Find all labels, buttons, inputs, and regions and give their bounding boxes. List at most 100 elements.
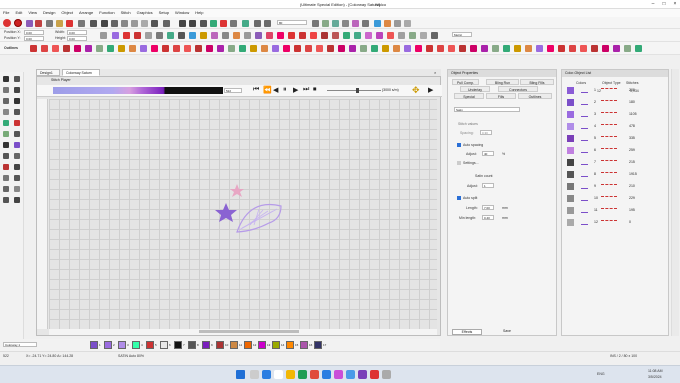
artwork-icon[interactable] bbox=[384, 20, 391, 27]
toolbox-tool-icon[interactable] bbox=[14, 109, 20, 115]
trash-icon[interactable] bbox=[151, 20, 158, 27]
horizontal-scroll-thumb[interactable] bbox=[199, 330, 299, 333]
op-tab-bling-run[interactable]: Bling Run bbox=[486, 79, 519, 85]
print-preview-icon[interactable] bbox=[163, 20, 170, 27]
zoom-field[interactable]: 80 bbox=[277, 20, 307, 25]
outline-stitch-icon[interactable] bbox=[327, 45, 334, 52]
outline-stitch-icon[interactable] bbox=[371, 45, 378, 52]
palette-swatch[interactable] bbox=[132, 341, 140, 349]
skip-start-icon[interactable]: ⏮ bbox=[253, 86, 259, 94]
next-icon[interactable]: ▶ bbox=[293, 86, 298, 94]
menu-graphics[interactable]: Graphics bbox=[134, 9, 156, 17]
outline-stitch-icon[interactable] bbox=[393, 45, 400, 52]
outline-stitch-icon[interactable] bbox=[338, 45, 345, 52]
outline-stitch-icon[interactable] bbox=[536, 45, 543, 52]
outline-stitch-icon[interactable] bbox=[415, 45, 422, 52]
outline-stitch-icon[interactable] bbox=[437, 45, 444, 52]
min-length-field[interactable]: 0.40 bbox=[482, 215, 494, 220]
toolbox-tool-icon[interactable] bbox=[14, 76, 20, 82]
outline-stitch-icon[interactable] bbox=[316, 45, 323, 52]
palette-swatch[interactable] bbox=[230, 341, 238, 349]
object-tool-icon[interactable] bbox=[189, 32, 196, 39]
toolbox-tool-icon[interactable] bbox=[3, 109, 9, 115]
stitch-position-field[interactable]: 522 bbox=[224, 88, 242, 93]
outline-stitch-icon[interactable] bbox=[481, 45, 488, 52]
outline-stitch-icon[interactable] bbox=[41, 45, 48, 52]
color-icon[interactable] bbox=[352, 20, 359, 27]
palette-swatch[interactable] bbox=[258, 341, 266, 349]
outline-stitch-icon[interactable] bbox=[195, 45, 202, 52]
clipboard-icon[interactable] bbox=[141, 20, 148, 27]
height-field[interactable]: 0.00 bbox=[67, 36, 87, 41]
object-tool-icon[interactable] bbox=[211, 32, 218, 39]
outline-stitch-icon[interactable] bbox=[162, 45, 169, 52]
outline-stitch-icon[interactable] bbox=[514, 45, 521, 52]
outline-stitch-icon[interactable] bbox=[448, 45, 455, 52]
sew-icon[interactable] bbox=[90, 20, 97, 27]
toolbox-tool-icon[interactable] bbox=[3, 153, 9, 159]
color-object-row[interactable]: 12 0 bbox=[561, 217, 669, 229]
save-icon[interactable] bbox=[46, 20, 53, 27]
menu-help[interactable]: Help bbox=[192, 9, 206, 17]
outline-stitch-icon[interactable] bbox=[52, 45, 59, 52]
start-icon[interactable] bbox=[236, 370, 245, 379]
toolbox-tool-icon[interactable] bbox=[14, 120, 20, 126]
menu-object[interactable]: Object bbox=[58, 9, 76, 17]
tool-icon[interactable] bbox=[230, 20, 237, 27]
outline-stitch-icon[interactable] bbox=[360, 45, 367, 52]
color-object-row[interactable]: 10 229 bbox=[561, 193, 669, 205]
toolbox-tool-icon[interactable] bbox=[14, 197, 20, 203]
paste-icon[interactable] bbox=[121, 20, 128, 27]
speed-slider-thumb[interactable] bbox=[356, 88, 359, 93]
toolbox-tool-icon[interactable] bbox=[3, 98, 9, 104]
taskbar-app-icon[interactable] bbox=[322, 370, 331, 379]
spacing-field[interactable]: 0.30 bbox=[480, 130, 492, 135]
outline-stitch-icon[interactable] bbox=[184, 45, 191, 52]
tab-design1[interactable]: Design1 bbox=[36, 69, 60, 76]
toolbox-tool-icon[interactable] bbox=[3, 197, 9, 203]
palette-swatch[interactable] bbox=[160, 341, 168, 349]
color-object-row[interactable]: 4 478 bbox=[561, 121, 669, 133]
toolbox-tool-icon[interactable] bbox=[3, 76, 9, 82]
outline-stitch-icon[interactable] bbox=[635, 45, 642, 52]
object-tool-icon[interactable] bbox=[156, 32, 163, 39]
minimize-button[interactable]: – bbox=[648, 1, 658, 8]
adjust-field[interactable]: 40 bbox=[482, 151, 494, 156]
outline-stitch-icon[interactable] bbox=[558, 45, 565, 52]
view-icon[interactable] bbox=[322, 20, 329, 27]
color-object-row[interactable]: 6 259 bbox=[561, 145, 669, 157]
toolbox-tool-icon[interactable] bbox=[3, 175, 9, 181]
palette-swatch[interactable] bbox=[146, 341, 154, 349]
outline-stitch-icon[interactable] bbox=[591, 45, 598, 52]
object-tool-icon[interactable] bbox=[134, 32, 141, 39]
palette-swatch[interactable] bbox=[216, 341, 224, 349]
record-icon[interactable] bbox=[220, 20, 227, 27]
outline-stitch-icon[interactable] bbox=[470, 45, 477, 52]
palette-swatch[interactable] bbox=[174, 341, 182, 349]
move-icon[interactable]: ✥ bbox=[412, 85, 420, 96]
undo-icon[interactable] bbox=[179, 20, 186, 27]
auto-spacing-checkbox[interactable] bbox=[457, 143, 461, 147]
taskbar-app-icon[interactable] bbox=[358, 370, 367, 379]
toolbox-tool-icon[interactable] bbox=[3, 164, 9, 170]
stitch-progress-bar[interactable] bbox=[53, 87, 223, 94]
colorway-select[interactable]: Colorway 1 bbox=[3, 342, 37, 347]
palette-swatch[interactable] bbox=[272, 341, 280, 349]
measure-icon[interactable] bbox=[342, 20, 349, 27]
pin-icon[interactable] bbox=[210, 20, 217, 27]
menu-design[interactable]: Design bbox=[40, 9, 58, 17]
outline-stitch-icon[interactable] bbox=[613, 45, 620, 52]
object-tool-icon[interactable] bbox=[255, 32, 262, 39]
object-tool-icon[interactable] bbox=[178, 32, 185, 39]
outline-stitch-icon[interactable] bbox=[305, 45, 312, 52]
color-object-row[interactable]: 9 210 bbox=[561, 181, 669, 193]
toolbox-tool-icon[interactable] bbox=[3, 87, 9, 93]
outline-stitch-icon[interactable] bbox=[580, 45, 587, 52]
cut-icon[interactable] bbox=[101, 20, 108, 27]
palette-swatch[interactable] bbox=[314, 341, 322, 349]
outline-icon[interactable] bbox=[404, 20, 411, 27]
op-tab-special[interactable]: Special bbox=[454, 93, 484, 99]
taskbar-app-icon[interactable] bbox=[370, 370, 379, 379]
palette-swatch[interactable] bbox=[188, 341, 196, 349]
rotate-icon[interactable] bbox=[200, 20, 207, 27]
